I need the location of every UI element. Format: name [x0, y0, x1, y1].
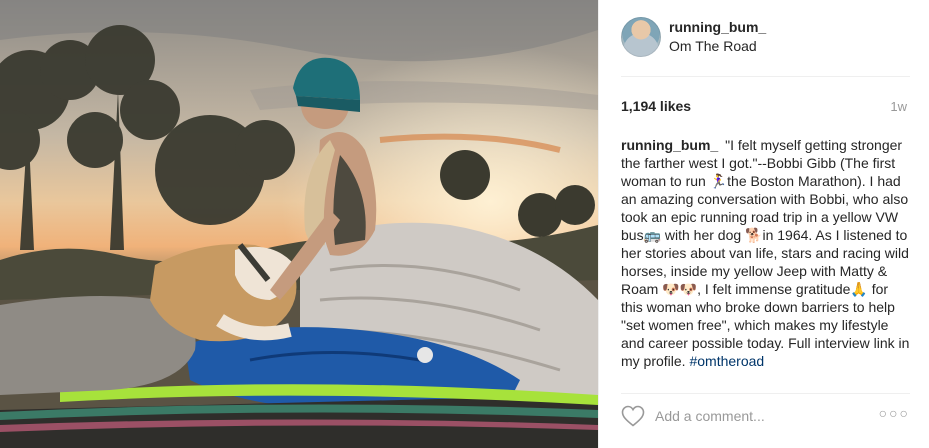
like-count[interactable]: 1,194 likes: [621, 98, 691, 114]
header-username[interactable]: running_bum_: [669, 19, 766, 35]
post-timestamp[interactable]: 1w: [890, 99, 907, 114]
comment-bar: ○○○: [599, 393, 929, 437]
heart-outline-icon[interactable]: [621, 405, 645, 427]
more-options-icon[interactable]: ○○○: [879, 405, 910, 421]
header-location[interactable]: Om The Road: [669, 38, 757, 54]
caption: running_bum_ "I felt myself getting stro…: [621, 136, 913, 382]
comment-input[interactable]: [655, 406, 875, 426]
photo-scene: [0, 0, 598, 448]
header-divider: [621, 76, 910, 77]
post-details-panel: running_bum_ Om The Road 1,194 likes 1w …: [598, 0, 929, 448]
post-header: running_bum_ Om The Road: [599, 0, 929, 76]
avatar[interactable]: [621, 17, 661, 57]
caption-text: "I felt myself getting stronger the fart…: [621, 137, 910, 369]
caption-hashtag[interactable]: #omtheroad: [689, 353, 764, 369]
caption-username[interactable]: running_bum_: [621, 137, 718, 153]
post-photo[interactable]: [0, 0, 598, 448]
